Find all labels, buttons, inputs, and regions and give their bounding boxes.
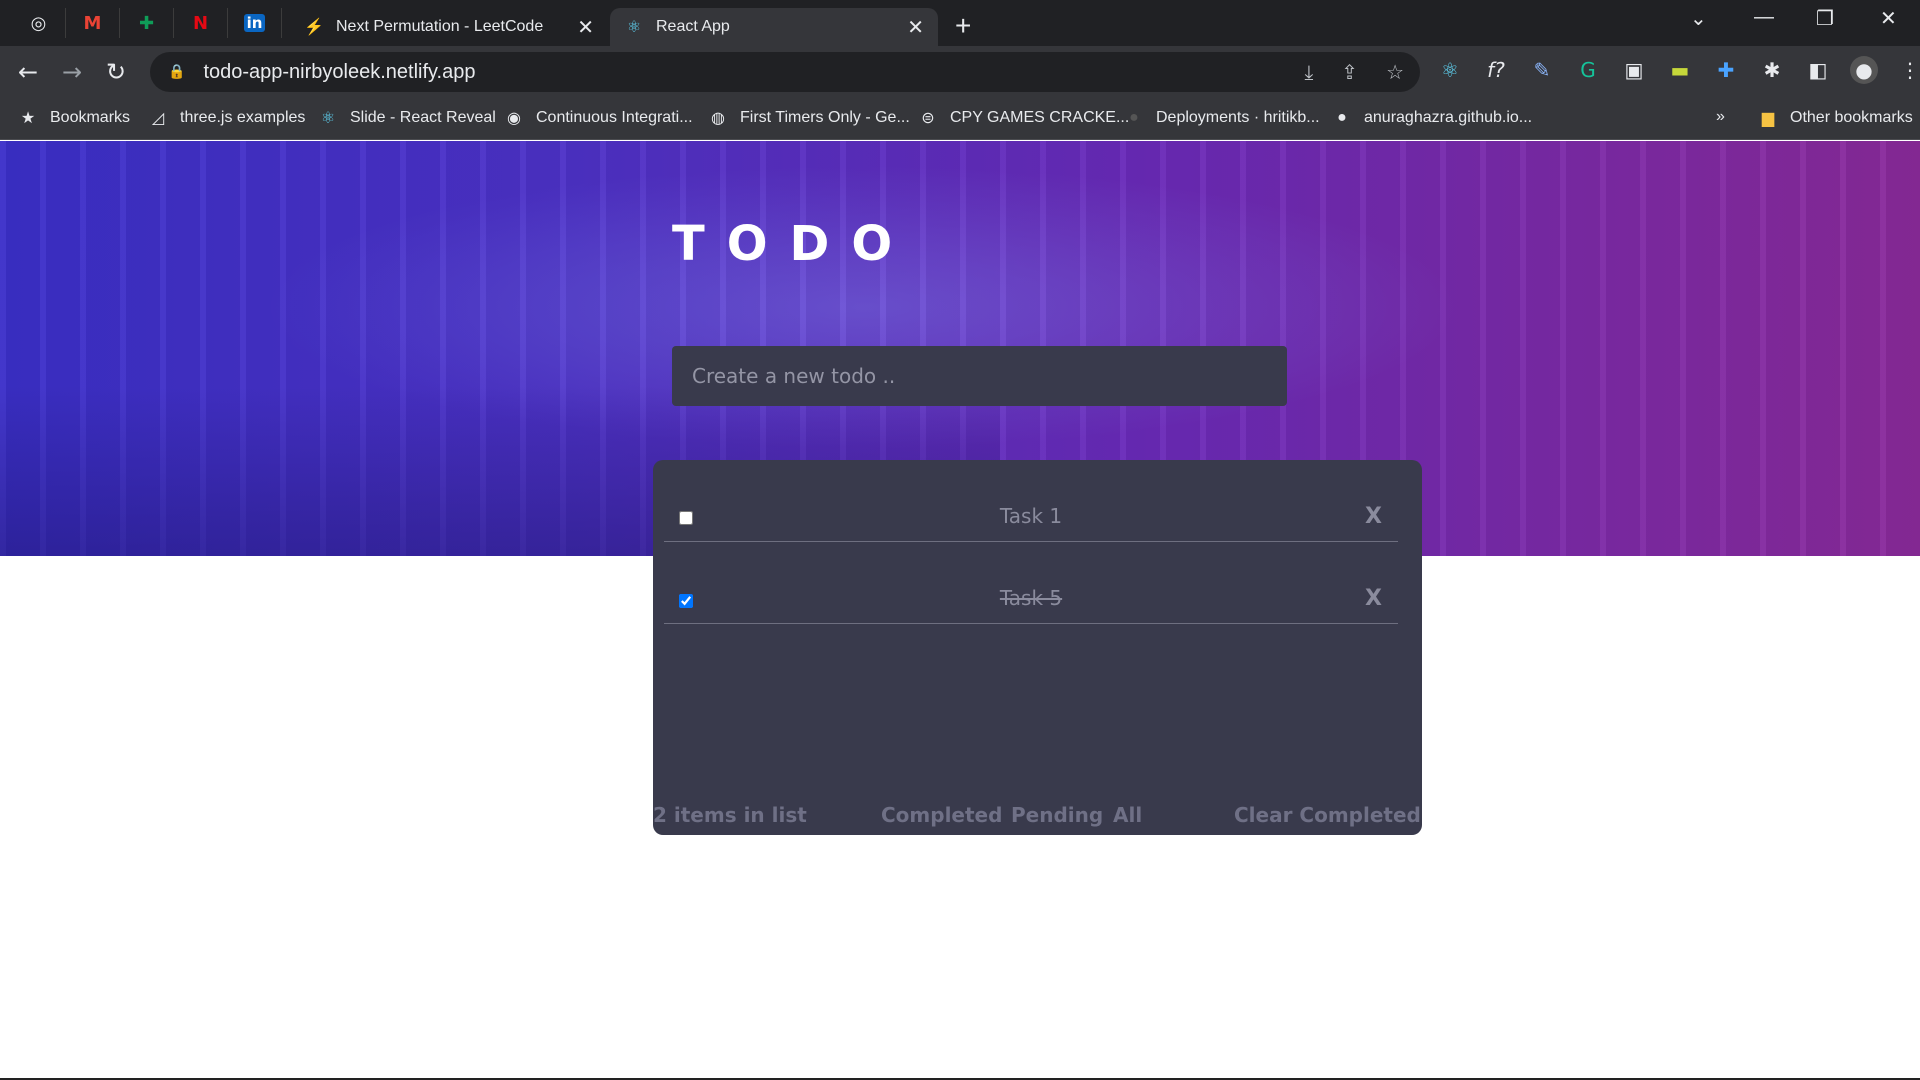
pinned-tabs: ◎ M ✚ N in: [12, 8, 282, 38]
todo-text: Task 1: [999, 504, 1063, 528]
bookmark-item[interactable]: ● Deployments · hritikb...: [1124, 108, 1320, 128]
close-icon[interactable]: ✕: [577, 15, 594, 40]
other-bookmarks-folder[interactable]: ▆ Other bookmarks: [1758, 108, 1913, 128]
filter-all-button[interactable]: All: [1113, 803, 1142, 827]
globe-icon: ◍: [711, 110, 725, 127]
bookmarks-bar: ★ Bookmarks ◿ three.js examples ⚛ Slide - R…: [0, 98, 1920, 140]
restore-button[interactable]: ❐: [1816, 6, 1834, 31]
bookmark-label: anuraghazra.github.io...: [1364, 109, 1533, 126]
sheets-icon: ✚: [138, 12, 155, 34]
tab-strip: ◎ M ✚ N in ⚡ Next Permutation - LeetCode…: [0, 0, 1920, 46]
filter-pending-button[interactable]: Pending: [1011, 803, 1103, 827]
extensions-puzzle-icon[interactable]: ✱: [1758, 56, 1786, 84]
bookmark-item[interactable]: ⚛ Slide - React Reveal: [318, 108, 496, 128]
browser-toolbar: ← → ↻ 🔒 todo-app-nirbyoleek.netlify.app …: [0, 46, 1920, 98]
menu-kebab-icon[interactable]: ⋮: [1896, 56, 1920, 84]
bookmarks-overflow-button[interactable]: »: [1716, 108, 1725, 126]
pinned-tab-linkedin[interactable]: in: [228, 8, 282, 38]
bookmark-label: CPY GAMES CRACKE...: [950, 109, 1130, 126]
github-icon: ●: [1337, 109, 1347, 126]
react-devtools-icon[interactable]: ⚛: [1436, 56, 1464, 84]
github-icon: ●: [1129, 109, 1139, 126]
bookmark-label: First Timers Only - Ge...: [740, 109, 910, 126]
bookmark-label: Bookmarks: [50, 109, 131, 126]
tab-react-app[interactable]: ⚛ React App ✕: [610, 8, 938, 46]
install-icon[interactable]: ⤓: [1304, 60, 1313, 84]
share-icon[interactable]: ⇪: [1341, 60, 1358, 84]
linkedin-icon: in: [243, 14, 266, 32]
extensions-area: ⚛ f? ✎ G ▣ ▬ ✚ ✱ ◧ ● ⋮: [1436, 56, 1920, 84]
grammarly-icon[interactable]: G: [1574, 56, 1602, 84]
avatar[interactable]: ●: [1850, 56, 1878, 84]
folder-icon: ▆: [1761, 110, 1775, 127]
tab-leetcode[interactable]: ⚡ Next Permutation - LeetCode ✕: [290, 8, 608, 46]
bookmark-label: Continuous Integrati...: [536, 109, 693, 126]
delete-todo-button[interactable]: X: [1365, 504, 1382, 529]
netflix-icon: N: [192, 12, 209, 34]
pinned-tab-gmail[interactable]: M: [66, 8, 120, 38]
side-panel-icon[interactable]: ◧: [1804, 56, 1832, 84]
bookmark-label: Deployments · hritikb...: [1156, 109, 1320, 126]
screenshot-extension-icon[interactable]: ▬: [1666, 56, 1694, 84]
font-extension-icon[interactable]: f?: [1482, 56, 1510, 84]
filter-completed-button[interactable]: Completed: [881, 803, 1002, 827]
items-count: 2 items in list: [653, 803, 807, 827]
threejs-icon: ◿: [151, 110, 165, 127]
overflow-label: »: [1716, 108, 1725, 125]
react-icon: ⚛: [320, 110, 336, 127]
minimize-button[interactable]: —: [1754, 6, 1774, 29]
page-title: TODO: [672, 216, 915, 272]
new-tab-button[interactable]: +: [955, 10, 971, 42]
close-window-button[interactable]: ✕: [1880, 6, 1897, 31]
pinned-tab-netflix[interactable]: N: [174, 8, 228, 38]
back-button[interactable]: ←: [18, 58, 38, 86]
gmail-icon: M: [83, 12, 102, 34]
new-todo-input[interactable]: [672, 346, 1287, 406]
address-bar[interactable]: 🔒 todo-app-nirbyoleek.netlify.app ⤓ ⇪ ☆: [150, 52, 1420, 92]
bookmark-item[interactable]: ◍ First Timers Only - Ge...: [708, 108, 910, 128]
pinned-tab-chatgpt[interactable]: ◎: [12, 8, 66, 38]
page-viewport: TODO Task 1 X Task 5 X 2 items in list C…: [0, 141, 1920, 1080]
tab-title: React App: [656, 18, 730, 35]
tab-search-icon[interactable]: ⌄: [1690, 6, 1707, 31]
todo-footer: 2 items in list Completed Pending All Cl…: [653, 803, 1422, 833]
reload-button[interactable]: ↻: [106, 58, 126, 86]
bookmark-item[interactable]: ⊜ CPY GAMES CRACKE...: [918, 108, 1129, 128]
bookmark-item[interactable]: ● anuraghazra.github.io...: [1332, 108, 1532, 128]
bookmark-label: Slide - React Reveal: [350, 109, 496, 126]
chatgpt-icon: ◎: [30, 12, 47, 34]
bookmark-item[interactable]: ◉ Continuous Integrati...: [504, 108, 693, 128]
bookmark-item[interactable]: ◿ three.js examples: [148, 108, 306, 128]
todo-list-panel: Task 1 X Task 5 X 2 items in list Comple…: [653, 460, 1422, 835]
bookmark-item[interactable]: ★ Bookmarks: [18, 108, 130, 128]
todo-item: Task 5 X: [664, 542, 1398, 624]
cpy-icon: ⊜: [921, 110, 935, 127]
close-icon[interactable]: ✕: [907, 15, 924, 40]
url-text[interactable]: todo-app-nirbyoleek.netlify.app: [203, 61, 475, 84]
pinned-tab-sheets[interactable]: ✚: [120, 8, 174, 38]
react-icon: ⚛: [626, 19, 642, 36]
blue-extension-icon[interactable]: ✚: [1712, 56, 1740, 84]
picture-in-picture-icon[interactable]: ▣: [1620, 56, 1648, 84]
delete-todo-button[interactable]: X: [1365, 586, 1382, 611]
todo-text: Task 5: [999, 586, 1063, 610]
todo-item: Task 1 X: [664, 460, 1398, 542]
circleci-icon: ◉: [507, 110, 521, 127]
star-icon: ★: [20, 110, 36, 127]
lock-icon: 🔒: [168, 64, 186, 80]
bookmark-label: Other bookmarks: [1790, 109, 1913, 126]
leetcode-icon: ⚡: [304, 19, 324, 36]
bookmark-star-icon[interactable]: ☆: [1386, 60, 1404, 84]
pen-extension-icon[interactable]: ✎: [1528, 56, 1556, 84]
clear-completed-button[interactable]: Clear Completed: [1234, 803, 1421, 827]
tab-title: Next Permutation - LeetCode: [336, 18, 544, 35]
bookmark-label: three.js examples: [180, 109, 306, 126]
forward-button[interactable]: →: [62, 58, 82, 86]
